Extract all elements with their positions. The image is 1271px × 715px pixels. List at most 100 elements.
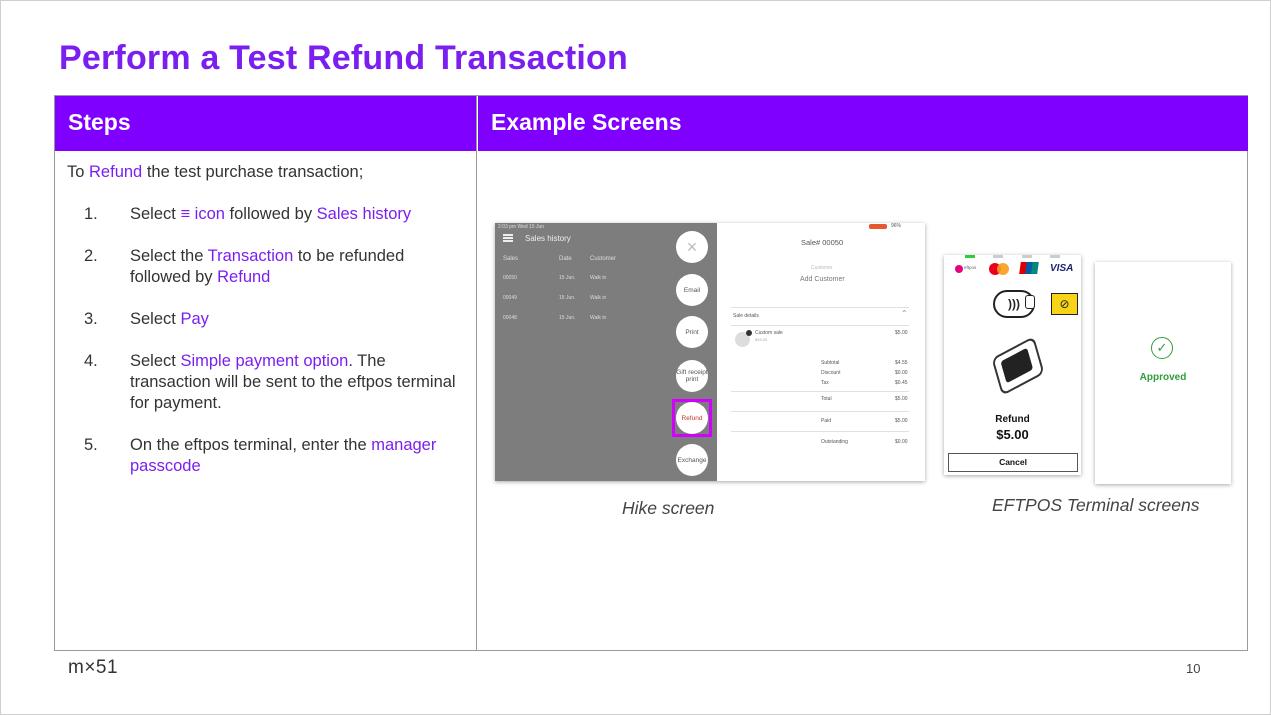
exchange-button[interactable]: Exchange: [676, 444, 708, 476]
terminal-refund-screen: eftpos VISA ))) ⊘ Refund $5.00 Cancel: [944, 255, 1081, 475]
total-value: $0.00: [895, 439, 908, 445]
refund-label: Refund: [995, 414, 1030, 425]
total-value: $5.00: [895, 396, 908, 402]
sales-history-title: Sales history: [525, 234, 571, 243]
item-price: $5.00: [895, 330, 908, 336]
sale-details-label: Sale details: [733, 313, 759, 319]
close-icon[interactable]: ×: [676, 231, 708, 263]
total-label: Outstanding: [821, 439, 848, 445]
chevron-up-icon[interactable]: ⌃: [901, 309, 908, 318]
item-qty-badge: [746, 330, 752, 336]
refund-highlight: [672, 399, 712, 437]
step-highlight: Sales history: [316, 205, 412, 223]
step-number: 5.: [84, 436, 98, 454]
eftpos-brand: eftpos: [964, 265, 977, 270]
terminal-caption: EFTPOS Terminal screens: [992, 495, 1200, 515]
total-label: Total: [821, 396, 832, 402]
eftpos-logo-icon: [955, 265, 963, 273]
total-label: Tax: [821, 380, 829, 386]
step-number: 4.: [84, 352, 98, 370]
item-sub: $45.00: [755, 337, 768, 342]
col-date: Date: [559, 256, 572, 262]
step-number: 3.: [84, 310, 98, 328]
mx51-logo: m×51: [68, 657, 119, 678]
divider: [731, 411, 909, 412]
sales-row-cell[interactable]: 15 Jun.: [559, 275, 575, 281]
total-value: $0.00: [895, 370, 908, 376]
step-highlight: Transaction: [207, 247, 294, 265]
hike-caption: Hike screen: [622, 498, 715, 518]
examples-header: Example Screens: [477, 96, 1248, 151]
email-button[interactable]: Email: [676, 274, 708, 306]
col-customer: Customer: [590, 256, 617, 262]
step-item: 1. Select ≡ icon followed by Sales histor…: [67, 204, 467, 225]
total-value: $4.55: [895, 360, 908, 366]
mastercard-icon: [989, 263, 1011, 275]
step-item: 5. On the eftpos terminal, enter the mana…: [67, 435, 467, 477]
divider: [731, 391, 909, 392]
sales-row-cell[interactable]: 00048: [503, 315, 517, 321]
approved-label: Approved: [1139, 372, 1187, 383]
divider: [731, 431, 909, 432]
check-circle-icon: ✓: [1151, 337, 1173, 359]
visa-logo: VISA: [1050, 263, 1074, 274]
sales-row-cell[interactable]: Walk in: [590, 275, 606, 281]
step-text: On the eftpos terminal, enter the: [130, 436, 372, 454]
unionpay-icon: [1019, 262, 1039, 274]
status-time: 2:03 pm Wed 15 Jun: [498, 224, 545, 230]
step-text: Select: [130, 310, 181, 328]
col-sales: Sales: [503, 256, 519, 262]
step-highlight: Simple payment option: [180, 352, 349, 370]
eye-accessibility-icon: ⊘: [1051, 293, 1078, 315]
steps-body: To Refund the test purchase transaction;…: [67, 162, 467, 498]
customer-label: Customer: [811, 265, 833, 271]
page-title: Perform a Test Refund Transaction: [59, 39, 628, 77]
sales-row-cell[interactable]: 15 Jun.: [559, 315, 575, 321]
step-item: 4. Select Simple payment option. The tran…: [67, 351, 467, 414]
sales-history-panel: 2:03 pm Wed 15 Jun Sales history Sales D…: [495, 223, 717, 481]
item-name: Custom sale: [755, 330, 783, 336]
hand-icon: [1025, 295, 1035, 309]
step-text: followed by: [224, 205, 317, 223]
total-value: $0.45: [895, 380, 908, 386]
intro-text: To Refund the test purchase transaction;: [67, 163, 364, 181]
hike-screen: 2:03 pm Wed 15 Jun Sales history Sales D…: [495, 223, 925, 481]
steps-list: 1. Select ≡ icon followed by Sales histor…: [67, 204, 467, 477]
sales-row-cell[interactable]: 15 Jun.: [559, 295, 575, 301]
sales-row-cell[interactable]: 00050: [503, 275, 517, 281]
total-label: Discount: [821, 370, 841, 376]
step-number: 2.: [84, 247, 98, 265]
total-label: Subtotal: [821, 360, 840, 366]
step-number: 1.: [84, 205, 98, 223]
sales-row-cell[interactable]: Walk in: [590, 315, 606, 321]
total-label: Paid: [821, 418, 832, 424]
step-highlight: Pay: [180, 310, 209, 328]
sales-row-cell[interactable]: Walk in: [590, 295, 606, 301]
battery-indicator: [869, 224, 887, 229]
total-value: $5.00: [895, 418, 908, 424]
menu-icon: [503, 234, 513, 242]
battery-text: 96%: [891, 223, 902, 229]
steps-header: Steps: [55, 96, 477, 151]
gift-receipt-print-button[interactable]: Gift receipt print: [676, 360, 708, 392]
terminal-approved-screen: ✓ Approved: [1095, 262, 1231, 484]
terminal-device-icon: [991, 336, 1045, 396]
led-indicators: [944, 255, 1081, 259]
step-text: Select: [130, 352, 181, 370]
page-number: 10: [1186, 661, 1201, 676]
print-button[interactable]: Print: [676, 316, 708, 348]
step-text: Select the: [130, 247, 208, 265]
refund-amount: $5.00: [996, 427, 1029, 442]
sale-title: Sale# 00050: [801, 238, 844, 247]
step-text: Select: [130, 205, 181, 223]
step-item: 2. Select the Transaction to be refunded …: [67, 246, 467, 288]
step-highlight: ≡ icon: [180, 205, 225, 223]
sales-row-cell[interactable]: 00049: [503, 295, 517, 301]
column-divider: [476, 96, 477, 651]
step-highlight: Refund: [217, 268, 271, 286]
step-item: 3. Select Pay: [67, 309, 467, 330]
sale-detail-panel: 96% Sale# 00050 Customer Add Customer Sa…: [717, 223, 925, 481]
cancel-button[interactable]: Cancel: [948, 453, 1078, 472]
add-customer-link[interactable]: Add Customer: [800, 276, 845, 283]
slide: Perform a Test Refund Transaction Steps …: [0, 0, 1271, 715]
